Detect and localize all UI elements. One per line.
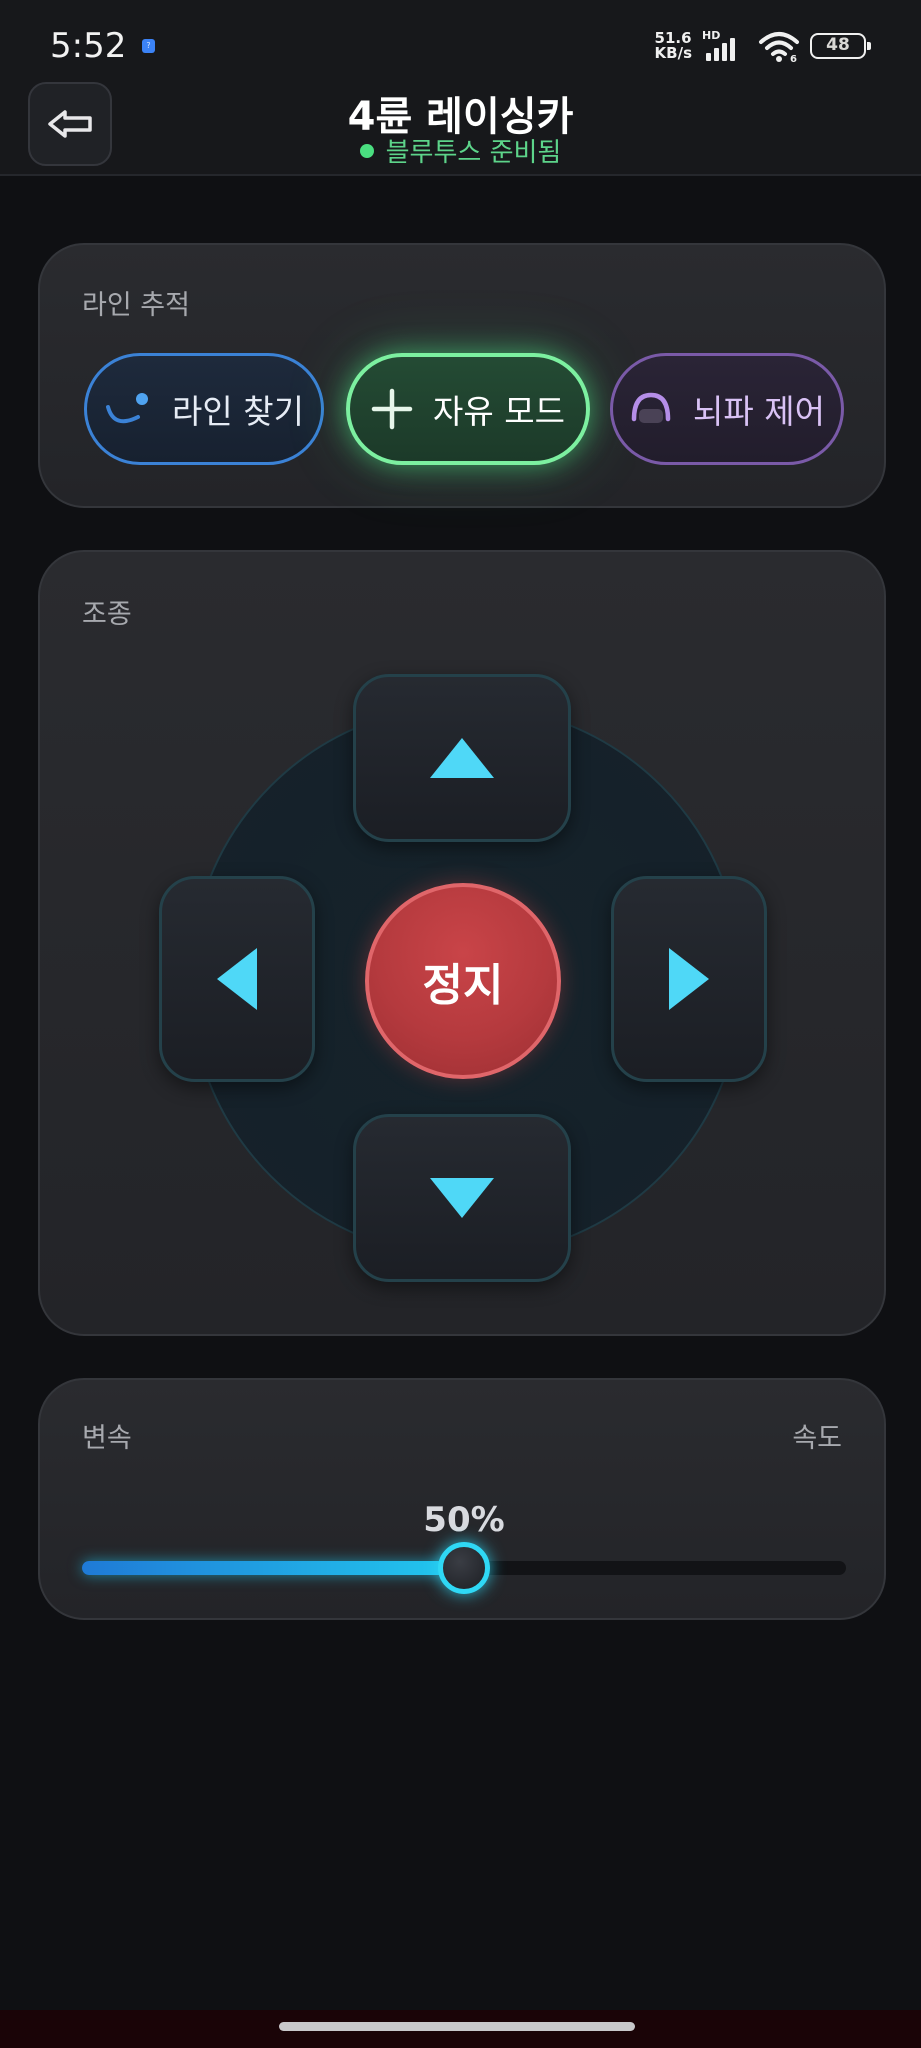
network-speed-unit: KB/s [654,44,692,62]
speed-value: 50% [423,1500,505,1540]
status-bar: 5:52 ? 51.6 KB/s HD 6 48 [0,0,921,80]
arrow-right-icon [669,948,709,1010]
speed-slider-fill [82,1561,464,1575]
navigation-bar [0,2010,921,2048]
line-follow-label: 라인 찾기 [172,392,304,431]
status-time: 5:52 [50,26,127,66]
arrow-down-icon [430,1178,494,1218]
connection-status: 블루투스 준비됨 [0,132,921,169]
free-mode-label: 자유 모드 [433,392,565,431]
line-follow-icon [106,393,149,424]
home-indicator[interactable] [279,2022,635,2031]
brainwave-icon [631,392,671,423]
speed-slider[interactable] [82,1542,846,1594]
cellular-signal-icon: HD [702,29,748,63]
wifi-badge: 6 [790,54,797,63]
line-tracking-card: 라인 추적 라인 찾기 자유 모드 뇌파 제어 [38,243,886,508]
status-dot-icon [359,143,374,158]
speed-label: 속도 [792,1423,842,1454]
gear-shift-label: 변속 [82,1423,132,1454]
brainwave-control-label: 뇌파 제어 [693,392,825,431]
control-card: 조종 정지 [38,550,886,1336]
line-follow-button[interactable]: 라인 찾기 [84,353,324,465]
arrow-up-icon [430,738,494,778]
right-button[interactable] [611,876,767,1082]
stop-button[interactable]: 정지 [365,883,561,1079]
battery-icon: 48 [810,33,871,59]
speed-card: 변속 속도 50% [38,1378,886,1620]
status-icons: 51.6 KB/s HD 6 48 [655,28,871,64]
wifi-icon: 6 [759,32,799,63]
left-button[interactable] [159,876,315,1082]
forward-button[interactable] [353,674,571,842]
app-header: 4륜 레이싱카 블루투스 준비됨 [0,80,921,176]
plus-icon [371,388,413,430]
network-speed: 51.6 KB/s [655,31,692,61]
arrow-left-icon [217,948,257,1010]
backward-button[interactable] [353,1114,571,1282]
free-mode-button[interactable]: 자유 모드 [346,353,590,465]
speed-slider-thumb[interactable] [438,1542,490,1594]
line-tracking-label: 라인 추적 [82,290,190,321]
app-notification-icon: ? [142,39,155,53]
brainwave-control-button[interactable]: 뇌파 제어 [610,353,844,465]
control-label: 조종 [82,599,132,630]
connection-status-text: 블루투스 준비됨 [385,138,562,168]
battery-level: 48 [826,35,850,55]
